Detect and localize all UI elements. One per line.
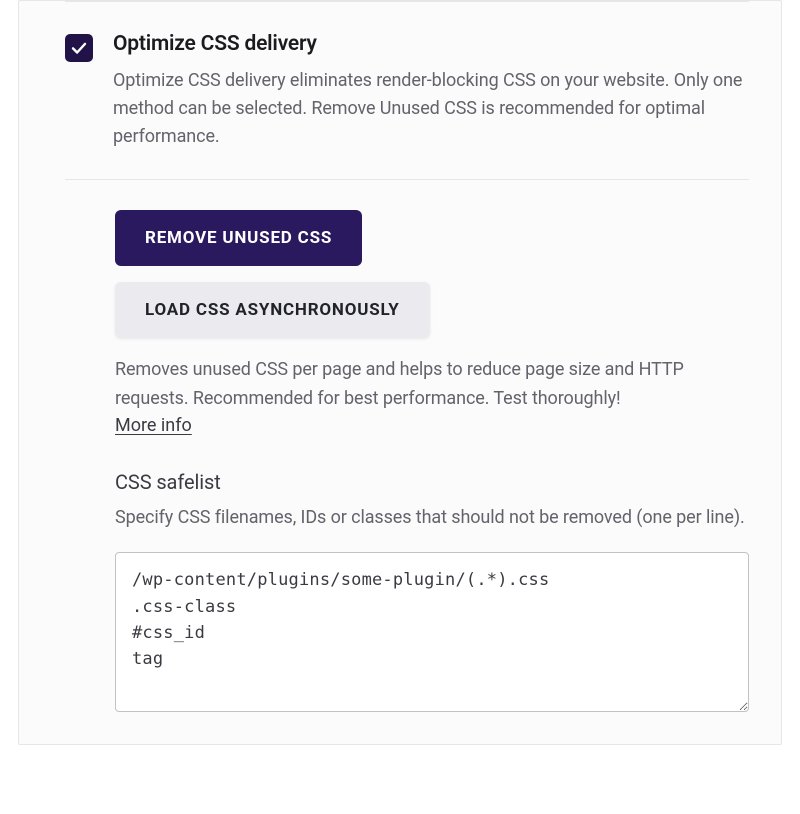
optimize-css-panel: Optimize CSS delivery Optimize CSS deliv… bbox=[18, 0, 782, 745]
more-info-link[interactable]: More info bbox=[115, 415, 192, 436]
section-header: Optimize CSS delivery Optimize CSS deliv… bbox=[19, 2, 781, 151]
section-description: Optimize CSS delivery eliminates render-… bbox=[113, 67, 749, 151]
css-safelist-title: CSS safelist bbox=[115, 470, 749, 494]
remove-unused-css-button[interactable]: REMOVE UNUSED CSS bbox=[115, 210, 362, 266]
optimize-css-checkbox[interactable] bbox=[65, 34, 93, 62]
section-body: REMOVE UNUSED CSS LOAD CSS ASYNCHRONOUSL… bbox=[19, 180, 781, 744]
section-header-text: Optimize CSS delivery Optimize CSS deliv… bbox=[113, 32, 749, 151]
load-css-async-button[interactable]: LOAD CSS ASYNCHRONOUSLY bbox=[115, 282, 430, 338]
button-row-1: REMOVE UNUSED CSS bbox=[115, 210, 749, 266]
check-icon bbox=[70, 39, 88, 57]
css-safelist-help: Specify CSS filenames, IDs or classes th… bbox=[115, 504, 749, 532]
css-safelist-textarea[interactable] bbox=[115, 552, 749, 712]
button-row-2: LOAD CSS ASYNCHRONOUSLY bbox=[115, 282, 749, 338]
remove-unused-description: Removes unused CSS per page and helps to… bbox=[115, 356, 749, 414]
section-title: Optimize CSS delivery bbox=[113, 32, 749, 57]
